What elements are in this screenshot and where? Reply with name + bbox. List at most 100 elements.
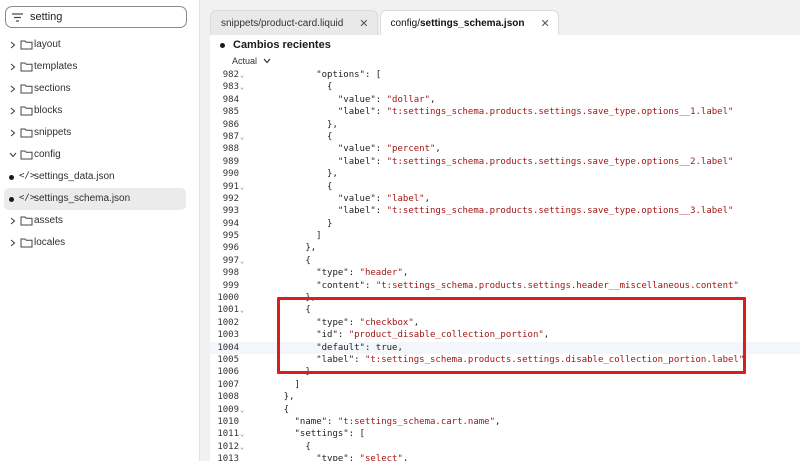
line-number: 1012 (217, 441, 239, 452)
line-number: 984 (222, 94, 239, 105)
tree-item-label: blocks (34, 105, 63, 116)
file-item[interactable]: </> settings_schema.json (4, 188, 186, 210)
line-number: 993 (222, 206, 239, 217)
code-line[interactable]: 992 "value": "label", (210, 193, 800, 205)
code-line[interactable]: 1012 ⌄ { (210, 441, 800, 453)
code-lines[interactable]: 982 ⌄ "options": [983 ⌄ {984 "value": "dol… (210, 69, 800, 461)
code-text: { (262, 131, 333, 142)
code-line[interactable]: 1004 "default": true, (210, 341, 800, 354)
search-box[interactable] (5, 6, 187, 28)
folder-icon (20, 127, 33, 139)
code-line[interactable]: 1013 "type": "select", (210, 453, 800, 461)
chevron-right-icon[interactable] (8, 237, 18, 249)
tree-item-label: templates (34, 61, 78, 72)
recent-changes: Cambios recientes (220, 39, 331, 51)
code-line[interactable]: 999 "content": "t:settings_schema.produc… (210, 280, 800, 292)
line-number: 992 (222, 193, 239, 204)
tree-item-label: snippets (34, 127, 72, 138)
code-line[interactable]: 1009 ⌄ { (210, 404, 800, 416)
code-line[interactable]: 987 ⌄ { (210, 131, 800, 143)
folder-item[interactable]: locales (0, 232, 200, 254)
folder-icon (20, 61, 33, 73)
folder-icon (20, 215, 33, 227)
fold-chevron-icon[interactable]: ⌄ (240, 131, 244, 143)
code-line[interactable]: 1011 ⌄ "settings": [ (210, 428, 800, 440)
close-icon[interactable]: ✕ (359, 17, 368, 30)
fold-chevron-icon[interactable]: ⌄ (240, 181, 244, 193)
folder-item[interactable]: assets (0, 210, 200, 232)
chevron-right-icon[interactable] (8, 61, 18, 73)
code-line[interactable]: 1005 "label": "t:settings_schema.product… (210, 354, 800, 366)
code-line[interactable]: 993 "label": "t:settings_schema.products… (210, 205, 800, 217)
code-line[interactable]: 1008 }, (210, 391, 800, 403)
fold-chevron-icon[interactable]: ⌄ (240, 304, 244, 316)
code-line[interactable]: 1001 ⌄ { (210, 304, 800, 316)
folder-item[interactable]: snippets (0, 122, 200, 144)
folder-item[interactable]: layout (0, 34, 200, 56)
modified-dot-icon (9, 197, 14, 202)
editor-tab[interactable]: snippets/product-card.liquid ✕ (210, 10, 378, 36)
tab-path: config/ (390, 18, 420, 29)
code-line[interactable]: 984 "value": "dollar", (210, 94, 800, 106)
fold-chevron-icon[interactable]: ⌄ (240, 255, 244, 267)
line-number: 1006 (217, 367, 239, 378)
chevron-right-icon[interactable] (8, 83, 18, 95)
version-select[interactable]: Actual (232, 56, 271, 66)
code-line[interactable]: 986 }, (210, 119, 800, 131)
chevron-right-icon[interactable] (8, 215, 18, 227)
file-item[interactable]: </> settings_data.json (0, 166, 200, 188)
code-text: "type": "select", (316, 454, 409, 461)
fold-chevron-icon[interactable]: ⌄ (240, 404, 244, 416)
folder-item[interactable]: config (0, 144, 200, 166)
code-line[interactable]: 990 }, (210, 168, 800, 180)
line-number: 986 (222, 119, 239, 130)
code-line[interactable]: 1003 "id": "product_disable_collection_p… (210, 329, 800, 341)
code-line[interactable]: 1010 "name": "t:settings_schema.cart.nam… (210, 416, 800, 428)
code-line[interactable]: 985 "label": "t:settings_schema.products… (210, 106, 800, 118)
fold-chevron-icon[interactable]: ⌄ (240, 441, 244, 453)
tree-item-label: layout (34, 39, 61, 50)
code-line[interactable]: 1006 } (210, 366, 800, 378)
code-line[interactable]: 997 ⌄ { (210, 255, 800, 267)
code-line[interactable]: 989 "label": "t:settings_schema.products… (210, 156, 800, 168)
filter-icon[interactable] (12, 12, 30, 22)
fold-chevron-icon[interactable]: ⌄ (240, 81, 244, 93)
folder-item[interactable]: blocks (0, 100, 200, 122)
line-number: 991 (222, 181, 239, 192)
code-text: "type": "header", (316, 268, 409, 279)
line-number: 1005 (217, 354, 239, 365)
folder-item[interactable]: templates (0, 56, 200, 78)
fold-chevron-icon[interactable]: ⌄ (240, 428, 244, 440)
tree-item-label: locales (34, 237, 66, 248)
folder-icon (20, 83, 33, 95)
code-line[interactable]: 995 ] (210, 230, 800, 242)
line-number: 983 (222, 82, 239, 93)
code-line[interactable]: 998 "type": "header", (210, 267, 800, 279)
code-line[interactable]: 982 ⌄ "options": [ (210, 69, 800, 81)
code-line[interactable]: 1002 "type": "checkbox", (210, 317, 800, 329)
code-editor[interactable]: Cambios recientes Actual 982 ⌄ "options":… (210, 35, 800, 461)
code-line[interactable]: 996 }, (210, 242, 800, 254)
code-text: "options": [ (316, 70, 382, 80)
fold-chevron-icon[interactable]: ⌄ (240, 69, 244, 81)
chevron-right-icon[interactable] (8, 127, 18, 139)
code-line[interactable]: 1007 ] (210, 379, 800, 391)
close-icon[interactable]: ✕ (540, 17, 549, 30)
code-text: "label": "t:settings_schema.products.set… (337, 107, 734, 118)
folder-item[interactable]: sections (0, 78, 200, 100)
tab-label: snippets/product-card.liquid (221, 18, 344, 29)
editor-tab[interactable]: config/settings_schema.json ✕ (379, 10, 559, 36)
code-line[interactable]: 994 } (210, 218, 800, 230)
code-line[interactable]: 983 ⌄ { (210, 81, 800, 93)
chevron-right-icon[interactable] (8, 39, 18, 51)
code-text: "label": "t:settings_schema.products.set… (337, 206, 734, 217)
line-number: 1003 (217, 330, 239, 341)
recent-changes-title: Cambios recientes (233, 39, 331, 51)
code-line[interactable]: 988 "value": "percent", (210, 143, 800, 155)
chevron-down-icon[interactable] (8, 149, 18, 161)
chevron-right-icon[interactable] (8, 105, 18, 117)
line-number: 1000 (217, 293, 239, 304)
code-line[interactable]: 1000 }, (210, 292, 800, 304)
code-line[interactable]: 991 ⌄ { (210, 181, 800, 193)
search-input[interactable] (30, 11, 180, 23)
